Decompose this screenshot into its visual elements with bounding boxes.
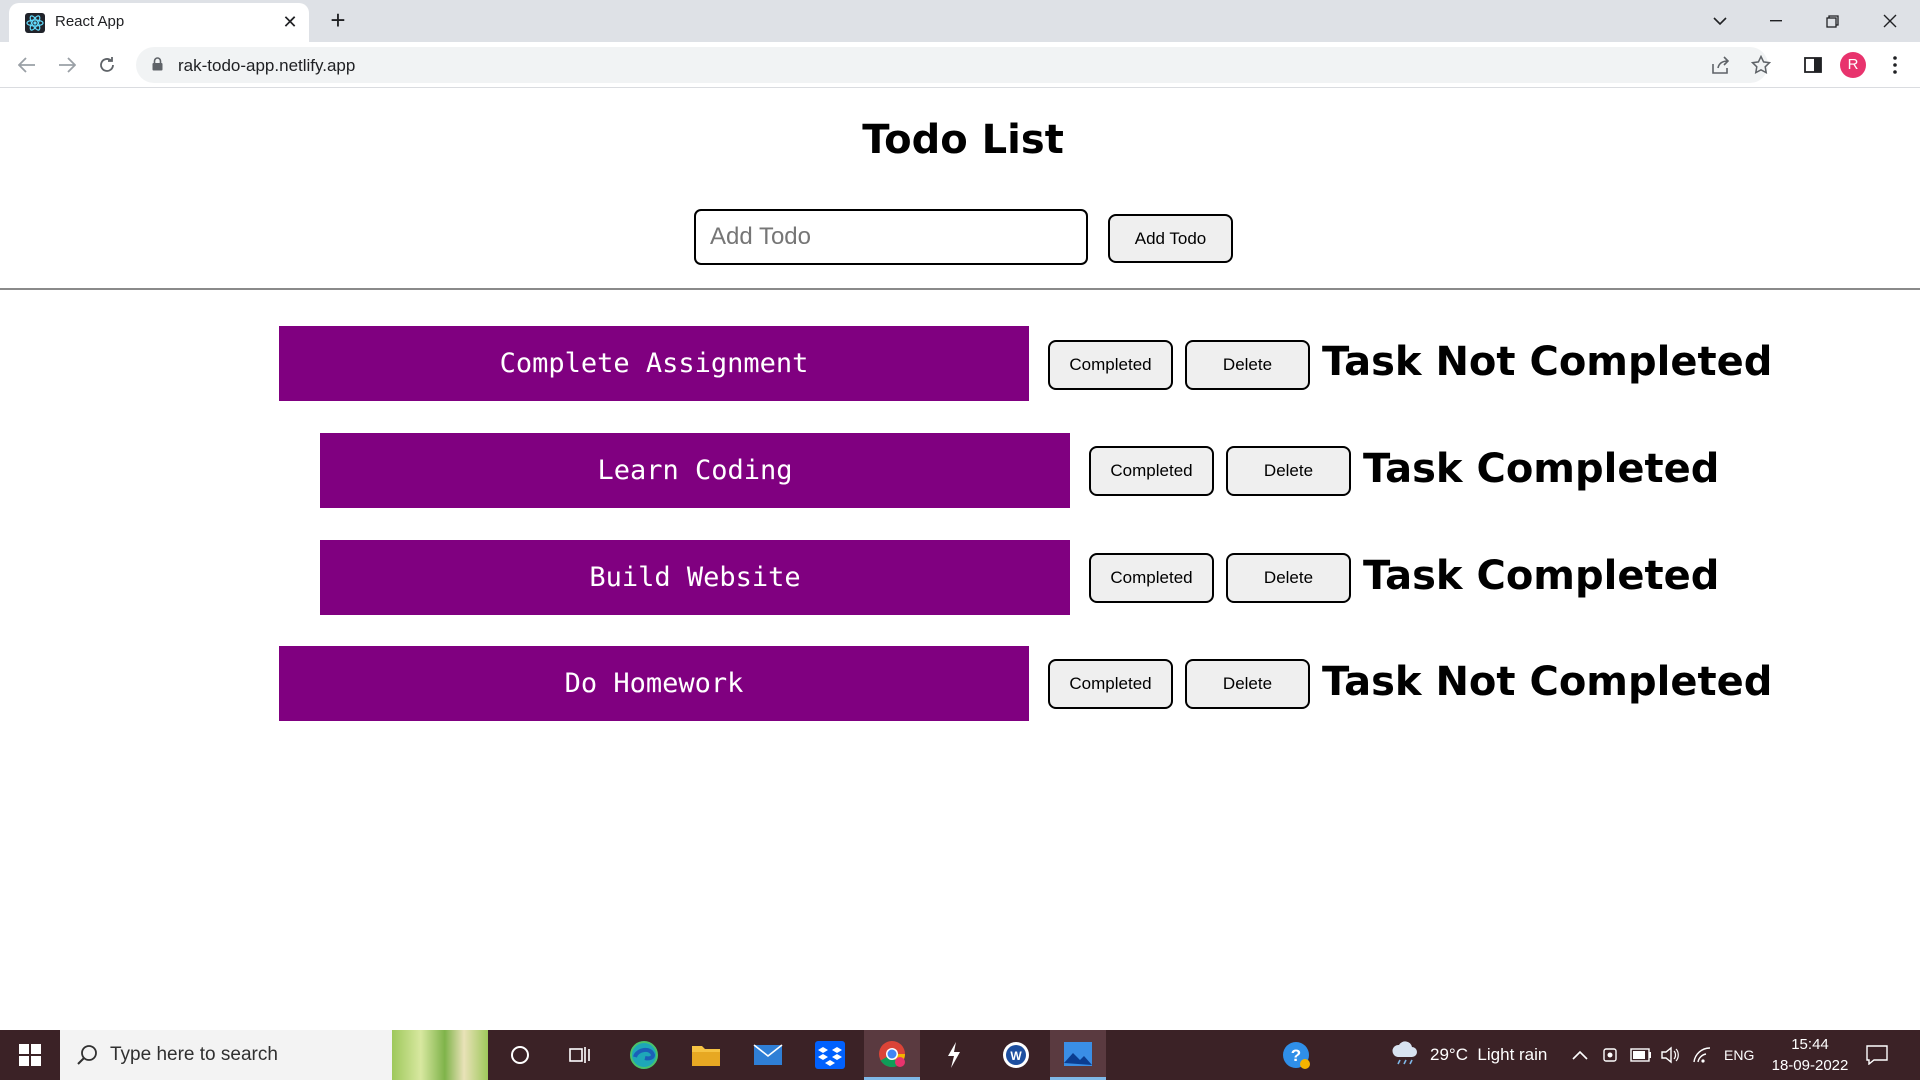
todo-item: Learn Coding bbox=[320, 433, 1070, 508]
file-explorer-icon[interactable] bbox=[678, 1030, 734, 1080]
search-icon bbox=[76, 1044, 98, 1071]
add-todo-button[interactable]: Add Todo bbox=[1108, 214, 1233, 263]
sublime-lightning-icon[interactable] bbox=[926, 1030, 982, 1080]
task-status: Task Not Completed bbox=[1322, 339, 1773, 385]
browser-tab-strip: React App ✕ + bbox=[0, 0, 1920, 42]
taskbar-search-box[interactable]: Type here to search bbox=[60, 1030, 488, 1080]
edge-icon[interactable] bbox=[616, 1030, 672, 1080]
tab-close-icon[interactable]: ✕ bbox=[279, 11, 301, 33]
profile-avatar[interactable]: R bbox=[1840, 52, 1866, 78]
word-app-icon[interactable]: W bbox=[988, 1030, 1044, 1080]
cortana-icon[interactable] bbox=[492, 1030, 548, 1080]
weather-text: 29°C Light rain bbox=[1430, 1045, 1548, 1064]
completed-button[interactable]: Completed bbox=[1089, 553, 1214, 603]
completed-button[interactable]: Completed bbox=[1048, 340, 1173, 390]
windows-start-icon[interactable] bbox=[0, 1030, 60, 1080]
search-placeholder: Type here to search bbox=[110, 1044, 278, 1065]
mail-icon[interactable] bbox=[740, 1030, 796, 1080]
clock[interactable]: 15:44 18-09-2022 bbox=[1770, 1034, 1850, 1076]
divider bbox=[0, 288, 1920, 290]
volume-icon[interactable] bbox=[1660, 1030, 1680, 1080]
tray-expand-chevron-icon[interactable] bbox=[1572, 1030, 1588, 1080]
add-todo-input[interactable] bbox=[694, 209, 1088, 265]
chrome-icon[interactable] bbox=[864, 1030, 920, 1080]
weather-widget[interactable]: 29°C Light rain bbox=[1390, 1030, 1547, 1080]
completed-button[interactable]: Completed bbox=[1089, 446, 1214, 496]
svg-text:?: ? bbox=[1291, 1046, 1301, 1065]
todo-item: Build Website bbox=[320, 540, 1070, 615]
time-text: 15:44 bbox=[1791, 1036, 1829, 1053]
task-status: Task Completed bbox=[1363, 446, 1720, 492]
more-menu-icon[interactable] bbox=[1882, 52, 1908, 78]
reload-icon[interactable] bbox=[92, 50, 122, 80]
language-text: ENG bbox=[1724, 1047, 1755, 1063]
restore-icon[interactable] bbox=[1804, 0, 1860, 42]
notifications-icon[interactable] bbox=[1866, 1030, 1888, 1080]
wifi-icon[interactable] bbox=[1692, 1030, 1712, 1080]
delete-button[interactable]: Delete bbox=[1185, 340, 1310, 390]
language-indicator[interactable]: ENG bbox=[1724, 1030, 1754, 1080]
completed-button[interactable]: Completed bbox=[1048, 659, 1173, 709]
task-status: Task Not Completed bbox=[1322, 659, 1773, 705]
help-icon[interactable]: ? bbox=[1268, 1030, 1324, 1080]
battery-icon[interactable] bbox=[1630, 1030, 1652, 1080]
close-window-icon[interactable] bbox=[1862, 0, 1918, 42]
page-title: Todo List bbox=[862, 117, 1064, 163]
page-content: Todo List Add Todo Complete Assignment C… bbox=[0, 89, 1920, 1030]
meet-now-icon[interactable] bbox=[1602, 1030, 1620, 1080]
url-text: rak-todo-app.netlify.app bbox=[178, 56, 356, 75]
todo-item: Do Homework bbox=[279, 646, 1029, 721]
back-arrow-icon[interactable] bbox=[12, 50, 42, 80]
delete-button[interactable]: Delete bbox=[1226, 446, 1351, 496]
tab-search-chevron-icon[interactable] bbox=[1692, 0, 1748, 42]
task-status: Task Completed bbox=[1363, 553, 1720, 599]
browser-toolbar: rak-todo-app.netlify.app R bbox=[0, 42, 1920, 88]
lock-icon bbox=[152, 57, 163, 76]
react-favicon-icon bbox=[25, 13, 45, 33]
search-highlight-image bbox=[392, 1030, 488, 1080]
photos-icon[interactable] bbox=[1050, 1030, 1106, 1080]
todo-item: Complete Assignment bbox=[279, 326, 1029, 401]
delete-button[interactable]: Delete bbox=[1226, 553, 1351, 603]
task-view-icon[interactable] bbox=[552, 1030, 608, 1080]
cloud-rain-icon bbox=[1390, 1040, 1420, 1070]
windows-taskbar: Type here to search W ? 29°C Light rain bbox=[0, 1030, 1920, 1080]
forward-arrow-icon[interactable] bbox=[52, 50, 82, 80]
share-icon[interactable] bbox=[1710, 54, 1732, 76]
date-text: 18-09-2022 bbox=[1771, 1057, 1849, 1074]
browser-tab[interactable]: React App ✕ bbox=[9, 3, 309, 42]
bookmark-star-icon[interactable] bbox=[1750, 54, 1772, 76]
tab-title: React App bbox=[55, 13, 125, 30]
dropbox-icon[interactable] bbox=[802, 1030, 858, 1080]
svg-text:W: W bbox=[1010, 1049, 1022, 1063]
address-bar[interactable]: rak-todo-app.netlify.app bbox=[136, 47, 1771, 83]
new-tab-icon[interactable]: + bbox=[324, 6, 352, 34]
minimize-icon[interactable] bbox=[1748, 0, 1804, 42]
delete-button[interactable]: Delete bbox=[1185, 659, 1310, 709]
side-panel-icon[interactable] bbox=[1800, 52, 1826, 78]
